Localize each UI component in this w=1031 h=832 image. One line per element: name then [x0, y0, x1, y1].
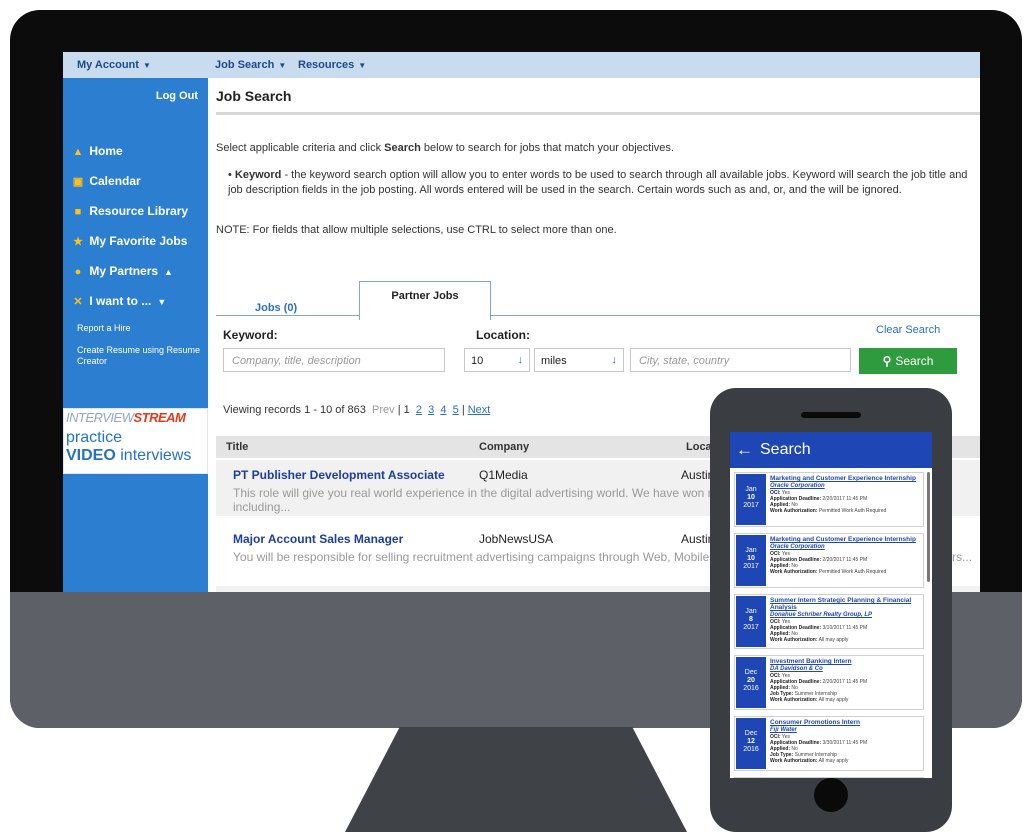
job-card-company[interactable]: Oracle Corporation — [770, 544, 825, 550]
phone-scrollbar[interactable] — [927, 472, 930, 582]
sidebar: Log Out ▲ Home ▣ Calendar ■ Resource Lib… — [63, 78, 208, 592]
tab-partner-jobs[interactable]: Partner Jobs — [359, 281, 491, 320]
phone-frame: ← Search Jan 10 2017 Marketing and Customer… — [710, 388, 952, 832]
sidebar-item-calendar[interactable]: ▣ Calendar — [70, 174, 141, 188]
prev-link[interactable]: Prev — [372, 404, 395, 416]
page-link[interactable]: 5 — [453, 404, 459, 416]
job-card-date: Dec 12 2016 — [736, 718, 766, 769]
page-link[interactable]: 3 — [428, 404, 434, 416]
tab-jobs[interactable]: Jobs (0) — [255, 302, 297, 314]
job-card-company[interactable]: Fiji Water — [770, 727, 797, 733]
search-button[interactable]: ⚲ Search — [859, 348, 957, 374]
chevron-down-icon: ▼ — [157, 297, 167, 307]
nav-resources[interactable]: Resources ▼ — [298, 59, 366, 71]
job-card[interactable]: Jan 10 2017 Marketing and Customer Experien… — [734, 533, 924, 588]
interview-stream-logo: INTERVIEWSTREAM — [66, 410, 186, 425]
phone-screen: ← Search Jan 10 2017 Marketing and Customer… — [730, 432, 932, 778]
page-title: Job Search — [216, 88, 292, 104]
location-label: Location: — [476, 328, 530, 342]
phone-speaker — [801, 412, 861, 418]
home-icon: ▲ — [72, 146, 84, 158]
chevron-down-icon: ▼ — [142, 61, 151, 70]
sidebar-item-resource-library[interactable]: ■ Resource Library — [70, 204, 188, 218]
keyword-help-text: • Keyword - the keyword search option wi… — [228, 169, 968, 196]
sidebar-item-my-partners[interactable]: ● My Partners ▲ — [70, 264, 173, 278]
job-card-date: Jan 10 2017 — [736, 535, 766, 586]
keyword-label: Keyword: — [223, 328, 278, 342]
column-company[interactable]: Company — [479, 441, 529, 453]
sidebar-item-home[interactable]: ▲ Home — [70, 144, 123, 158]
job-card-detail: Work Authorization: All may apply — [770, 758, 849, 764]
note-text: NOTE: For fields that allow multiple sel… — [216, 224, 617, 236]
job-card[interactable]: Jan 8 2017 Summer Intern Strategic Planning… — [734, 594, 924, 649]
phone-header: ← Search — [730, 432, 932, 468]
banner-line-practice: practice — [66, 429, 123, 446]
city-input[interactable]: City, state, country — [630, 348, 851, 372]
job-card-detail: Work Authorization: Permitted Work Auth … — [770, 508, 887, 514]
tools-icon: ✕ — [73, 296, 83, 308]
phone-home-button[interactable] — [814, 778, 848, 812]
job-card-date: Jan 8 2017 — [736, 596, 766, 647]
job-card-company[interactable]: DA Davidson & Co — [770, 666, 823, 672]
nav-my-account[interactable]: My Account ▼ — [77, 59, 151, 71]
back-arrow-icon[interactable]: ← — [736, 440, 753, 460]
next-link[interactable]: Next — [468, 404, 491, 416]
job-card-title[interactable]: Marketing and Customer Experience Intern… — [770, 536, 922, 543]
phone-title: Search — [760, 441, 811, 458]
job-card-detail: Work Authorization: All may apply — [770, 637, 849, 643]
chevron-down-icon: ▼ — [358, 61, 367, 70]
top-navigation: My Account ▼ Job Search ▼ Resources ▼ — [63, 52, 980, 78]
job-company: JobNewsUSA — [479, 532, 554, 546]
nav-job-search[interactable]: Job Search ▼ — [215, 59, 286, 71]
radius-select[interactable]: 10 ↓ — [464, 348, 530, 372]
job-card[interactable]: Dec 12 2016 Consumer Promotions Intern Fiji … — [734, 716, 924, 771]
calendar-icon: ▣ — [72, 176, 84, 188]
job-card[interactable]: Jan 10 2017 Marketing and Customer Experien… — [734, 472, 924, 527]
keyword-input[interactable]: Company, title, description — [223, 348, 445, 372]
clear-search-link[interactable]: Clear Search — [876, 324, 940, 336]
interview-stream-banner[interactable]: INTERVIEWSTREAM practice VIDEO interview… — [63, 408, 208, 474]
job-card-detail: Work Authorization: All may apply — [770, 697, 849, 703]
job-company: Q1Media — [479, 468, 528, 482]
person-icon: ● — [74, 266, 82, 278]
page-link[interactable]: 4 — [440, 404, 446, 416]
job-title-link[interactable]: Major Account Sales Manager — [233, 532, 403, 546]
job-card-title[interactable]: Investment Banking Intern — [770, 658, 922, 665]
job-card-title[interactable]: Summer Intern Strategic Planning & Finan… — [770, 597, 922, 611]
column-title[interactable]: Title — [226, 441, 248, 453]
job-card-company[interactable]: Oracle Corporation — [770, 483, 825, 489]
title-divider — [216, 112, 980, 115]
pagination-bar: Viewing records 1 - 10 of 863 Prev | 1 2… — [223, 404, 491, 416]
intro-text: Select applicable criteria and click Sea… — [216, 142, 674, 154]
star-icon: ★ — [73, 236, 83, 248]
banner-line-video: VIDEO interviews — [66, 447, 192, 464]
page-link[interactable]: 2 — [416, 404, 422, 416]
job-card-date: Dec 20 2016 — [736, 657, 766, 708]
unit-select[interactable]: miles ↓ — [534, 348, 624, 372]
job-card-date: Jan 10 2017 — [736, 474, 766, 525]
sidebar-item-favorite-jobs[interactable]: ★ My Favorite Jobs — [70, 234, 187, 248]
logout-link[interactable]: Log Out — [156, 90, 198, 102]
arrow-down-icon: ↓ — [611, 354, 618, 366]
tab-divider — [216, 315, 980, 316]
folder-icon: ■ — [74, 206, 82, 218]
job-title-link[interactable]: PT Publisher Development Associate — [233, 468, 445, 482]
arrow-down-icon: ↓ — [517, 354, 524, 366]
monitor-stand — [345, 727, 687, 832]
report-hire-link[interactable]: Report a Hire — [77, 323, 202, 334]
create-resume-link[interactable]: Create Resume using Resume Creator — [77, 345, 202, 367]
job-card-company[interactable]: Donahue Schriber Realty Group, LP — [770, 612, 872, 618]
job-card-title[interactable]: Consumer Promotions Intern — [770, 719, 922, 726]
job-card[interactable]: Dec 20 2016 Investment Banking Intern DA Dav… — [734, 655, 924, 710]
sidebar-item-i-want-to[interactable]: ✕ I want to ... ▼ — [70, 294, 166, 308]
job-card-title[interactable]: Marketing and Customer Experience Intern… — [770, 475, 922, 482]
chevron-up-icon: ▲ — [164, 267, 173, 277]
chevron-down-icon: ▼ — [278, 61, 287, 70]
search-icon: ⚲ — [882, 354, 892, 368]
job-card-detail: Work Authorization: Permitted Work Auth … — [770, 569, 887, 575]
